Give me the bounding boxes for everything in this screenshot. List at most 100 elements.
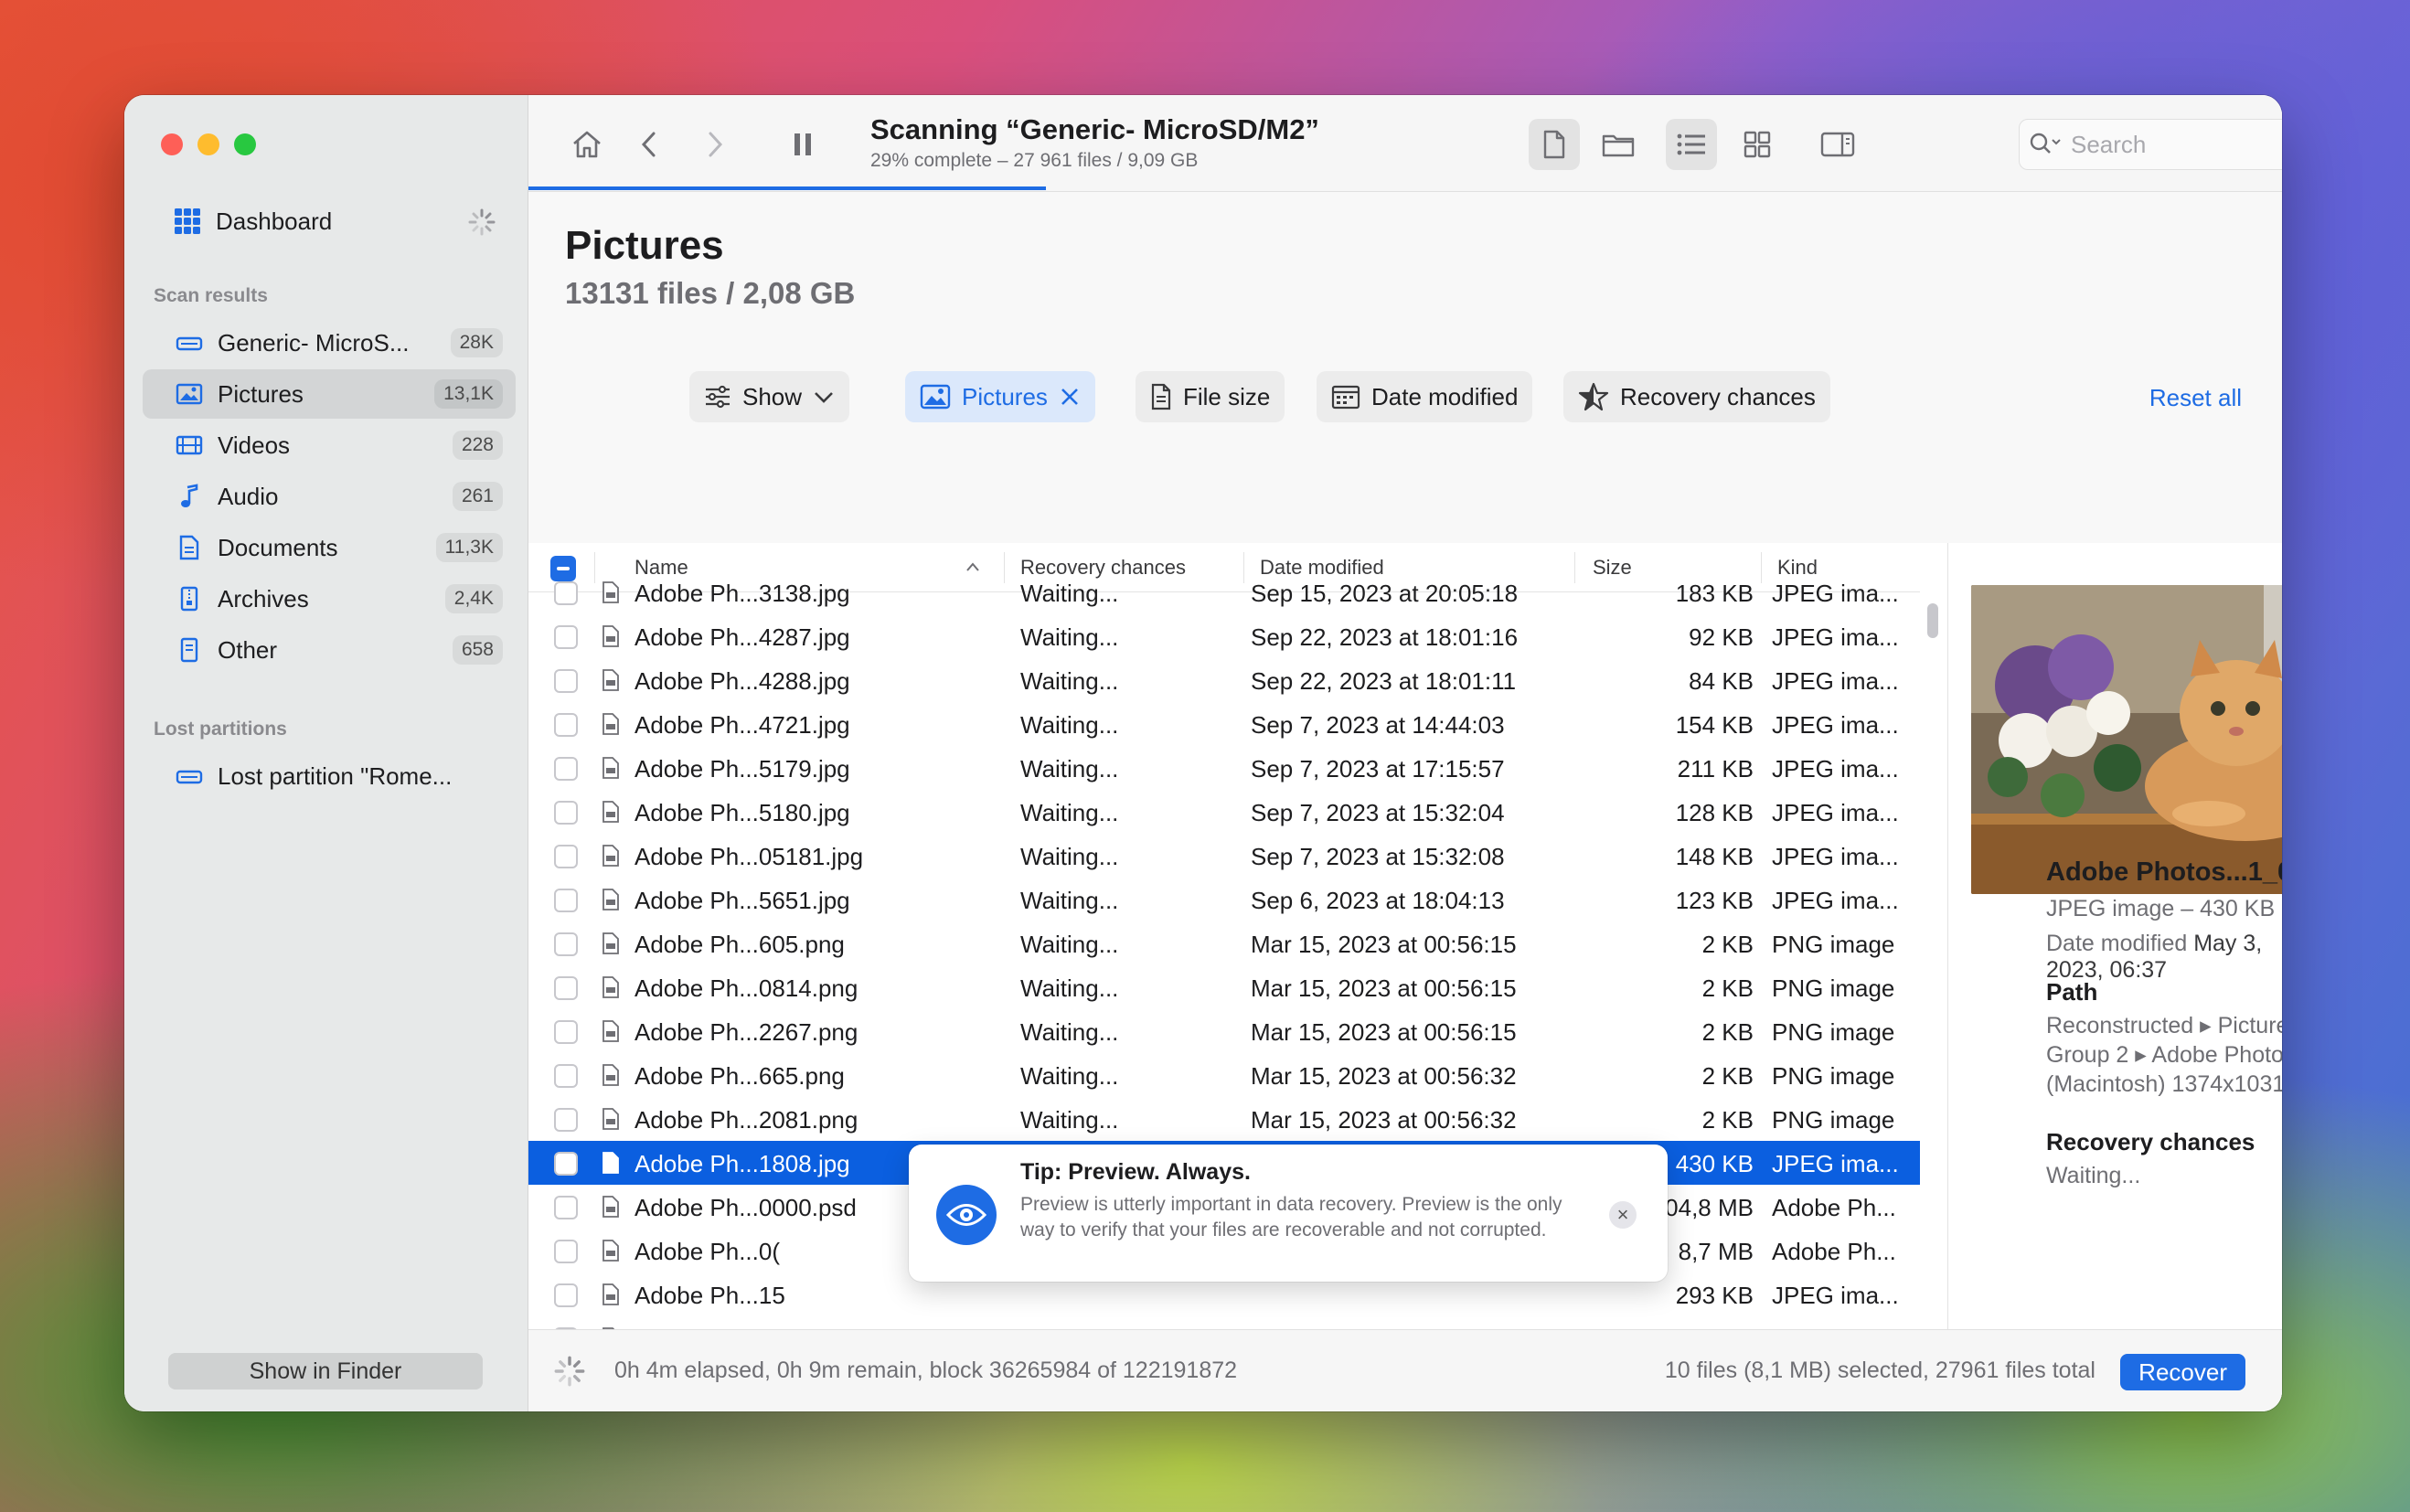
- recover-button[interactable]: Recover: [2120, 1354, 2245, 1390]
- recovery-chance: Waiting...: [1020, 1018, 1119, 1046]
- table-row[interactable]: Adobe Ph...605.png Waiting... Mar 15, 2023…: [528, 921, 1920, 965]
- sidebar-item-videos[interactable]: Videos 228: [143, 421, 516, 470]
- file-name: Adobe Ph...5651.jpg: [634, 887, 850, 914]
- row-checkbox[interactable]: [554, 625, 578, 649]
- sidebar-item-archives[interactable]: Archives 2,4K: [143, 574, 516, 623]
- file-size: 293 KB: [1675, 1282, 1754, 1309]
- row-checkbox[interactable]: [554, 845, 578, 868]
- file-kind: JPEG ima...: [1772, 799, 1899, 826]
- count-badge: 28K: [450, 328, 503, 357]
- file-icon: [602, 757, 619, 779]
- show-filter-dropdown[interactable]: Show: [689, 371, 850, 422]
- count-badge: 261: [452, 482, 503, 511]
- row-checkbox[interactable]: [554, 669, 578, 693]
- row-checkbox[interactable]: [554, 1196, 578, 1219]
- sidebar-item-dashboard[interactable]: Dashboard: [174, 201, 505, 241]
- table-row[interactable]: Adobe Ph...05181.jpg Waiting... Sep 7, 202…: [528, 834, 1920, 878]
- sidebar-item-drive[interactable]: Generic- MicroS... 28K: [143, 318, 516, 367]
- toggle-preview-panel-button[interactable]: [1812, 119, 1863, 170]
- list-view-button[interactable]: [1666, 119, 1717, 170]
- row-checkbox[interactable]: [554, 1108, 578, 1132]
- pictures-filter-label: Pictures: [962, 382, 1048, 410]
- back-button[interactable]: [624, 119, 675, 170]
- close-window-button[interactable]: [161, 133, 183, 155]
- file-size: 2 KB: [1701, 974, 1754, 1002]
- row-checkbox[interactable]: [554, 1283, 578, 1307]
- file-icon: [602, 1152, 619, 1174]
- row-checkbox[interactable]: [554, 1020, 578, 1044]
- row-checkbox[interactable]: [554, 932, 578, 956]
- search-icon: [2030, 133, 2061, 154]
- table-row[interactable]: Adobe Ph...4721.jpg Waiting... Sep 7, 2023…: [528, 702, 1920, 746]
- tip-close-button[interactable]: ×: [1609, 1201, 1637, 1229]
- sidebar-right-icon: [1820, 132, 1855, 157]
- folder-view-button[interactable]: [1593, 119, 1644, 170]
- minimize-window-button[interactable]: [197, 133, 219, 155]
- zoom-window-button[interactable]: [234, 133, 256, 155]
- file-icon: [602, 625, 619, 647]
- show-in-finder-button[interactable]: Show in Finder: [168, 1353, 483, 1390]
- eye-icon: [936, 1185, 997, 1245]
- row-checkbox[interactable]: [554, 757, 578, 781]
- row-checkbox[interactable]: [554, 889, 578, 912]
- preview-file-name: Adobe Photos...1_001808.jpg: [2046, 857, 2282, 887]
- file-kind: PNG image: [1772, 1106, 1895, 1134]
- date-modified: Sep 6, 2023 at 18:04:13: [1251, 887, 1505, 914]
- file-size-label: File size: [1183, 382, 1271, 410]
- table-row[interactable]: Adobe Ph...2267.png Waiting... Mar 15, 202…: [528, 1009, 1920, 1053]
- file-icon: [602, 1196, 619, 1218]
- grid-view-button[interactable]: [1732, 119, 1783, 170]
- close-icon[interactable]: [1059, 386, 1081, 408]
- table-row[interactable]: Adobe Ph...5179.jpg Waiting... Sep 7, 2023…: [528, 746, 1920, 790]
- sidebar-item-audio[interactable]: Audio 261: [143, 472, 516, 521]
- file-icon: [602, 1108, 619, 1130]
- recovery-chances-filter[interactable]: Recovery chances: [1563, 371, 1830, 422]
- reset-all-link[interactable]: Reset all: [2149, 384, 2242, 412]
- drive-icon: [174, 329, 205, 357]
- table-row[interactable]: Adobe Ph...5651.jpg Waiting... Sep 6, 2023…: [528, 878, 1920, 921]
- preview-image[interactable]: [1971, 585, 2282, 894]
- sidebar-item-pictures[interactable]: Pictures 13,1K: [143, 369, 516, 419]
- file-view-button[interactable]: [1529, 119, 1580, 170]
- file-icon: [602, 801, 619, 823]
- pause-scan-button[interactable]: [777, 119, 828, 170]
- file-kind: Adobe Ph...: [1772, 1238, 1896, 1265]
- status-bar: 0h 4m elapsed, 0h 9m remain, block 36265…: [528, 1329, 2282, 1411]
- table-row[interactable]: Adobe Ph...665.png Waiting... Mar 15, 2023…: [528, 1053, 1920, 1097]
- sidebar-item-documents[interactable]: Documents 11,3K: [143, 523, 516, 572]
- pictures-filter-chip[interactable]: Pictures: [905, 371, 1095, 422]
- date-modified: Sep 22, 2023 at 18:01:11: [1251, 667, 1517, 695]
- star-icon: [1578, 382, 1609, 411]
- recovery-chance: Waiting...: [1020, 755, 1119, 783]
- home-button[interactable]: [561, 119, 613, 170]
- row-checkbox[interactable]: [554, 1240, 578, 1263]
- file-kind: JPEG ima...: [1772, 623, 1899, 651]
- file-size-filter[interactable]: File size: [1136, 371, 1285, 422]
- file-size: 92 KB: [1689, 623, 1754, 651]
- table-row[interactable]: Adobe Ph...5180.jpg Waiting... Sep 7, 2023…: [528, 790, 1920, 834]
- search-field[interactable]: [2019, 119, 2282, 170]
- forward-button[interactable]: [689, 119, 741, 170]
- table-row[interactable]: Adobe Ph...4288.jpg Waiting... Sep 22, 202…: [528, 658, 1920, 702]
- row-checkbox[interactable]: [554, 976, 578, 1000]
- drive-icon: [174, 762, 205, 790]
- table-row[interactable]: Adobe Ph...3138.jpg Waiting... Sep 15, 202…: [528, 570, 1920, 614]
- search-input[interactable]: [2071, 130, 2282, 159]
- row-checkbox[interactable]: [554, 801, 578, 825]
- sidebar-item-label: Videos: [218, 431, 291, 459]
- row-checkbox[interactable]: [554, 713, 578, 737]
- date-modified-filter[interactable]: Date modified: [1317, 371, 1533, 422]
- table-row[interactable]: Adobe Ph...0814.png Waiting... Mar 15, 202…: [528, 965, 1920, 1009]
- sidebar-item-lost-partition[interactable]: Lost partition "Rome...: [143, 751, 516, 801]
- file-kind: JPEG ima...: [1772, 580, 1899, 607]
- table-row[interactable]: Adobe Ph...4287.jpg Waiting... Sep 22, 202…: [528, 614, 1920, 658]
- date-modified: Mar 15, 2023 at 00:56:15: [1251, 974, 1517, 1002]
- sidebar-item-other[interactable]: Other 658: [143, 625, 516, 675]
- row-checkbox[interactable]: [554, 1064, 578, 1088]
- archive-icon: [174, 585, 205, 612]
- row-checkbox[interactable]: [554, 1152, 578, 1176]
- recovery-chance: Waiting...: [1020, 887, 1119, 914]
- table-scrollbar[interactable]: [1927, 603, 1938, 638]
- row-checkbox[interactable]: [554, 581, 578, 605]
- table-row[interactable]: Adobe Ph...2081.png Waiting... Mar 15, 202…: [528, 1097, 1920, 1141]
